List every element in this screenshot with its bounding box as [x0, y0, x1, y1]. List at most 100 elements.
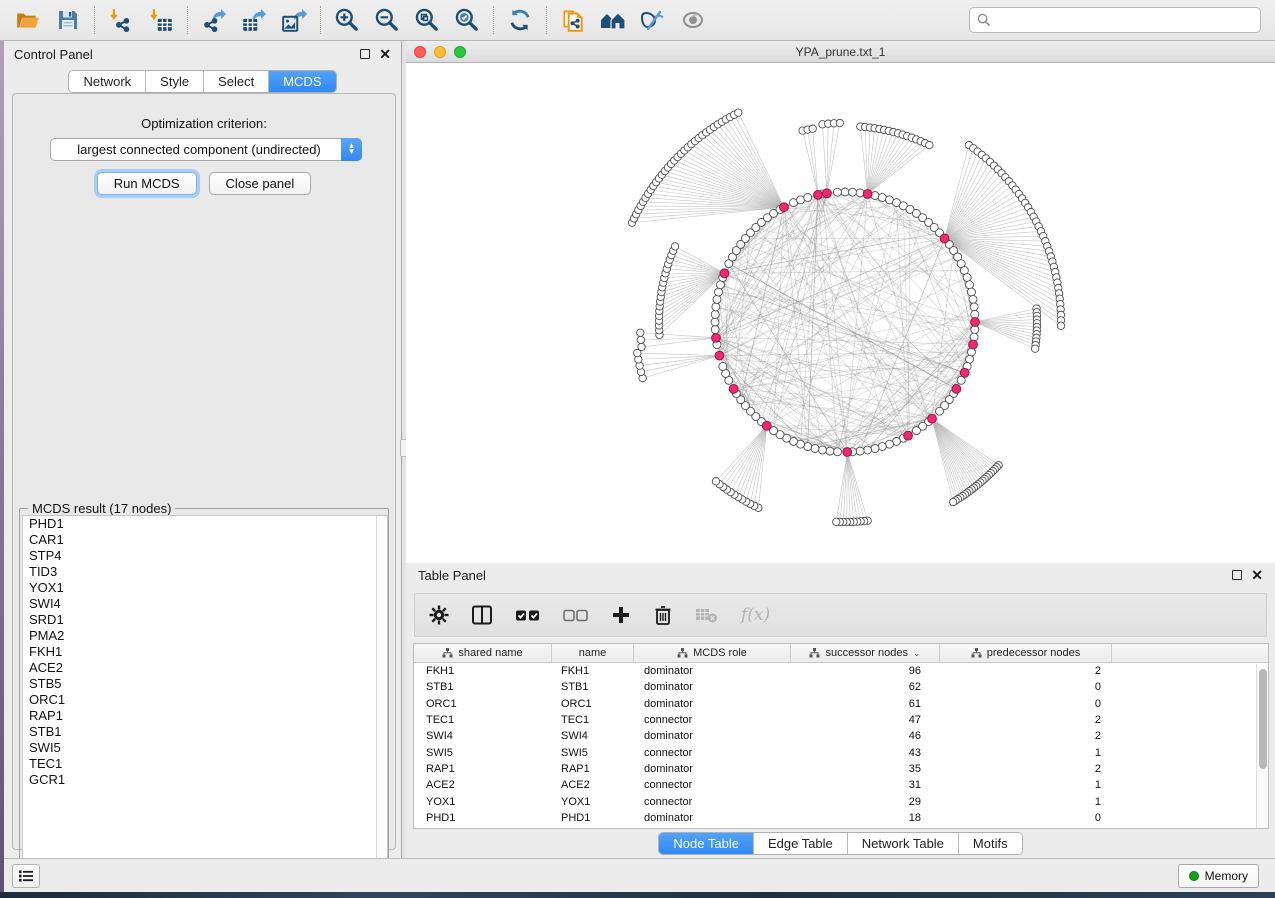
table-row[interactable]: PHD1PHD1dominator180	[414, 810, 1268, 826]
zoom-in-button[interactable]	[327, 3, 367, 37]
node-table: shared namenameMCDS rolesuccessor nodes⌄…	[413, 643, 1269, 829]
function-builder-disabled: f(x)	[741, 605, 770, 625]
zoom-fit-button[interactable]	[407, 3, 447, 37]
table-row[interactable]: SWI5SWI5connector431	[414, 744, 1268, 760]
column-hierarchy-icon	[971, 648, 982, 658]
table-row[interactable]: ORC1ORC1dominator610	[414, 696, 1268, 712]
table-row[interactable]: FKH1FKH1dominator962	[414, 663, 1268, 679]
export-network-button[interactable]	[194, 3, 234, 37]
column-header-predecessor-nodes[interactable]: predecessor nodes	[940, 644, 1112, 662]
result-node-item[interactable]: RAP1	[23, 708, 387, 724]
search-box[interactable]	[969, 7, 1261, 33]
import-table-icon	[148, 7, 174, 33]
hide-annotations-button[interactable]	[633, 3, 673, 37]
control-panel-title: Control Panel	[14, 47, 93, 62]
column-header-MCDS-role[interactable]: MCDS role	[634, 644, 791, 662]
result-node-item[interactable]: SWI4	[23, 596, 387, 612]
open-file-button[interactable]	[8, 3, 48, 37]
tab-mcds[interactable]: MCDS	[269, 71, 335, 92]
network-canvas[interactable]	[406, 63, 1275, 562]
export-network-icon	[201, 7, 227, 33]
column-hierarchy-icon	[809, 648, 820, 658]
result-list-scrollbar[interactable]	[376, 516, 387, 878]
table-row[interactable]: SWI4SWI4dominator462	[414, 728, 1268, 744]
result-node-item[interactable]: FKH1	[23, 644, 387, 660]
tab-edge-table[interactable]: Edge Table	[754, 833, 848, 854]
tab-select[interactable]: Select	[204, 71, 269, 92]
network-titlebar[interactable]: YPA_prune.txt_1	[406, 41, 1275, 63]
column-header-shared-name[interactable]: shared name	[414, 644, 552, 662]
mcds-result-box: MCDS result (17 nodes) PHD1CAR1STP4TID3Y…	[19, 508, 389, 880]
gear-icon[interactable]	[429, 605, 449, 625]
list-icon	[18, 869, 34, 883]
result-node-item[interactable]: GCR1	[23, 772, 387, 788]
mcds-result-list[interactable]: PHD1CAR1STP4TID3YOX1SWI4SRD1PMA2FKH1ACE2…	[22, 515, 388, 879]
import-table-button[interactable]	[141, 3, 181, 37]
tab-motifs[interactable]: Motifs	[959, 833, 1022, 854]
float-panel-icon[interactable]	[1232, 570, 1242, 580]
save-session-button[interactable]	[48, 3, 88, 37]
result-node-item[interactable]: TID3	[23, 564, 387, 580]
table-row[interactable]: ACE2ACE2connector311	[414, 777, 1268, 793]
show-panels-button[interactable]	[12, 864, 40, 888]
close-panel-button[interactable]: Close panel	[209, 172, 312, 195]
zoom-selected-icon	[454, 7, 480, 33]
show-columns-icon[interactable]	[471, 605, 493, 625]
export-image-button[interactable]	[274, 3, 314, 37]
toolbar-separator	[320, 6, 321, 34]
memory-label: Memory	[1205, 869, 1248, 883]
tab-style[interactable]: Style	[146, 71, 204, 92]
add-column-icon[interactable]	[611, 605, 631, 625]
refresh-icon	[507, 7, 533, 33]
tab-network[interactable]: Network	[69, 71, 146, 92]
result-node-item[interactable]: CAR1	[23, 532, 387, 548]
table-row[interactable]: TEC1TEC1connector472	[414, 712, 1268, 728]
save-icon	[56, 8, 80, 32]
result-node-item[interactable]: STP4	[23, 548, 387, 564]
result-node-item[interactable]: SRD1	[23, 612, 387, 628]
main-toolbar	[0, 0, 1275, 41]
table-scrollbar[interactable]	[1256, 664, 1267, 828]
select-all-icon[interactable]	[515, 605, 541, 625]
result-node-item[interactable]: STB5	[23, 676, 387, 692]
float-panel-icon[interactable]	[360, 49, 370, 59]
open-folder-icon	[15, 7, 41, 33]
network-file-button[interactable]	[553, 3, 593, 37]
tab-node-table[interactable]: Node Table	[659, 833, 754, 854]
zoom-out-button[interactable]	[367, 3, 407, 37]
result-node-item[interactable]: TEC1	[23, 756, 387, 772]
tab-network-table[interactable]: Network Table	[848, 833, 959, 854]
import-network-button[interactable]	[101, 3, 141, 37]
table-tabbar: Node TableEdge TableNetwork TableMotifs	[658, 832, 1022, 855]
mcds-result-title: MCDS result (17 nodes)	[28, 501, 175, 516]
result-node-item[interactable]: YOX1	[23, 580, 387, 596]
export-table-button[interactable]	[234, 3, 274, 37]
delete-column-icon[interactable]	[653, 605, 673, 625]
scrollbar-thumb[interactable]	[1259, 669, 1267, 769]
close-panel-icon[interactable]: ✕	[379, 49, 391, 59]
table-row[interactable]: YOX1YOX1connector291	[414, 793, 1268, 809]
result-node-item[interactable]: PMA2	[23, 628, 387, 644]
table-row[interactable]: STB1STB1dominator620	[414, 679, 1268, 695]
zoom-selected-button[interactable]	[447, 3, 487, 37]
column-header-name[interactable]: name	[552, 644, 634, 662]
deselect-all-icon[interactable]	[563, 605, 589, 625]
show-eye-button[interactable]	[673, 3, 713, 37]
table-toolbar: f(x)	[414, 593, 1267, 637]
result-node-item[interactable]: SWI5	[23, 740, 387, 756]
search-input[interactable]	[996, 13, 1253, 27]
result-node-item[interactable]: PHD1	[23, 516, 387, 532]
result-node-item[interactable]: ACE2	[23, 660, 387, 676]
run-mcds-button[interactable]: Run MCDS	[97, 172, 197, 195]
result-node-item[interactable]: STB1	[23, 724, 387, 740]
apply-layout-button[interactable]	[500, 3, 540, 37]
show-all-networks-button[interactable]	[593, 3, 633, 37]
column-header-successor-nodes[interactable]: successor nodes⌄	[791, 644, 940, 662]
status-bar: Memory	[4, 858, 1275, 892]
table-row[interactable]: RAP1RAP1dominator352	[414, 761, 1268, 777]
toolbar-separator	[546, 6, 547, 34]
memory-button[interactable]: Memory	[1178, 864, 1259, 888]
close-panel-icon[interactable]: ✕	[1251, 570, 1263, 580]
criterion-select[interactable]: largest connected component (undirected)…	[50, 138, 362, 161]
result-node-item[interactable]: ORC1	[23, 692, 387, 708]
